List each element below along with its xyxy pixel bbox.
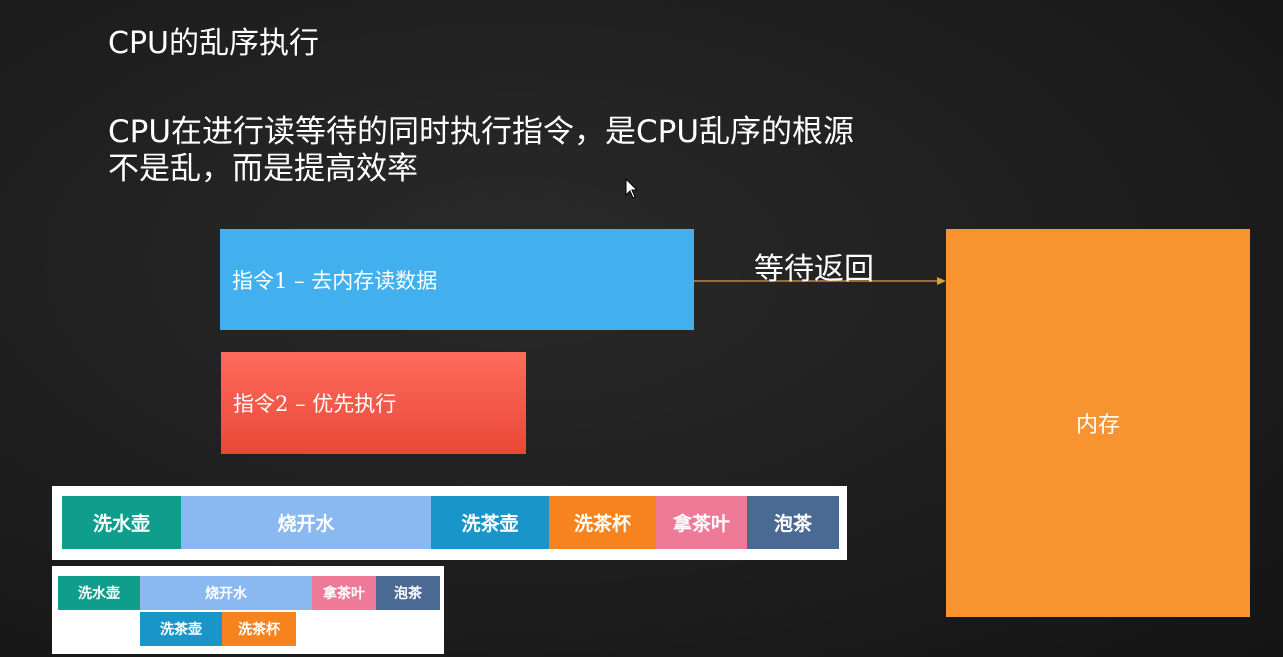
step-wash-teapot: 洗茶壶 — [140, 612, 222, 646]
mouse-cursor-icon — [625, 178, 639, 199]
instruction-2-label: 指令2 – 优先执行 — [233, 392, 397, 416]
step-boil-water: 烧开水 — [181, 496, 431, 549]
instruction-2-box: 指令2 – 优先执行 — [221, 352, 526, 454]
step-boil-water: 烧开水 — [140, 576, 312, 610]
wait-return-label: 等待返回 — [754, 252, 874, 287]
step-brew-tea: 泡茶 — [747, 496, 839, 549]
step-brew-tea: 泡茶 — [376, 576, 440, 610]
memory-label: 内存 — [1075, 413, 1120, 438]
step-wash-teapot: 洗茶壶 — [431, 496, 549, 549]
slide-text-line-2: 不是乱，而是提高效率 — [108, 151, 418, 187]
step-wash-kettle: 洗水壶 — [58, 576, 140, 610]
step-get-tea: 拿茶叶 — [656, 496, 747, 549]
instruction-1-box: 指令1 – 去内存读数据 — [220, 229, 694, 330]
instruction-1-label: 指令1 – 去内存读数据 — [232, 268, 438, 293]
timeline-parallel: 洗水壶 烧开水 拿茶叶 泡茶 洗茶壶 洗茶杯 — [52, 566, 444, 654]
timeline-sequential: 洗水壶 烧开水 洗茶壶 洗茶杯 拿茶叶 泡茶 — [52, 486, 847, 560]
slide-title: CPU的乱序执行 — [108, 26, 319, 61]
memory-box: 内存 — [946, 229, 1250, 617]
step-wash-kettle: 洗水壶 — [62, 496, 181, 549]
step-get-tea: 拿茶叶 — [312, 576, 376, 610]
step-wash-cup: 洗茶杯 — [549, 496, 656, 549]
step-wash-cup: 洗茶杯 — [222, 612, 296, 646]
